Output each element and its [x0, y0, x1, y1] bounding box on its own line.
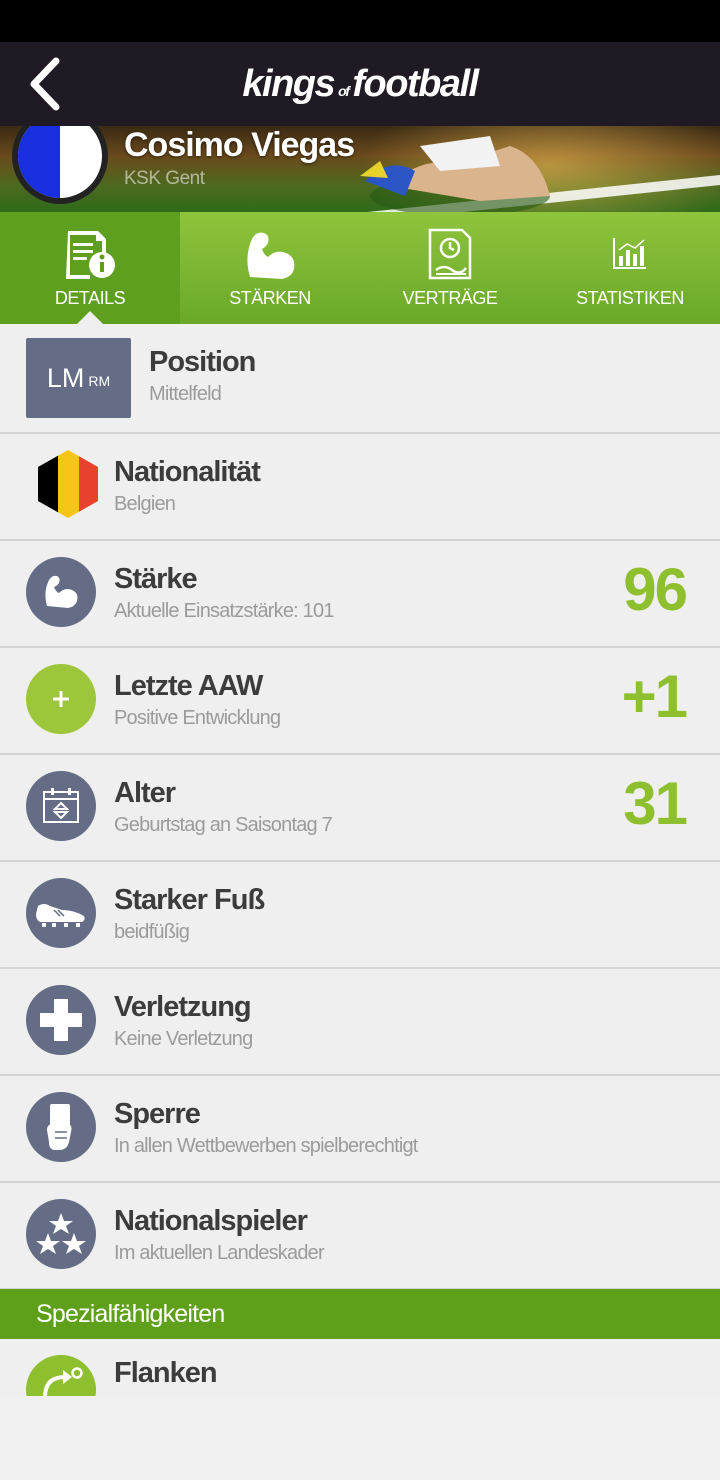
row-text: Sperre In allen Wettbewerben spielberech…: [114, 1098, 418, 1158]
player-photo: [360, 136, 550, 212]
player-name: Cosimo Viegas: [124, 126, 355, 164]
row-skill-flanken[interactable]: Flanken: [0, 1339, 720, 1396]
row-title: Verletzung: [114, 991, 252, 1023]
logo-football: football: [352, 62, 479, 105]
row-title: Stärke: [114, 563, 198, 595]
bicep-icon: [26, 557, 96, 627]
tab-label: VERTRÄGE: [402, 288, 498, 308]
contract-clock-icon: [420, 226, 480, 282]
row-title: Alter: [114, 777, 176, 809]
row-age[interactable]: Alter Geburtstag an Saisontag 7 31: [0, 755, 720, 862]
row-subtitle: Belgien: [114, 493, 176, 515]
app-logo: kings of football: [242, 62, 479, 106]
bicep-icon: [240, 226, 300, 282]
row-text: Alter Geburtstag an Saisontag 7: [114, 777, 333, 837]
tab-statistiken[interactable]: STATISTIKEN: [540, 212, 720, 324]
row-text: Nationalität Belgien: [114, 456, 261, 516]
row-subtitle: Mittelfeld: [149, 383, 222, 405]
active-tab-indicator: [76, 311, 104, 325]
age-value: 31: [623, 770, 688, 837]
row-title: Nationalität: [114, 456, 261, 488]
stars-icon: [26, 1199, 96, 1269]
belgium-flag-icon: [36, 448, 100, 525]
row-title: Sperre: [114, 1098, 201, 1130]
medical-cross-icon: [26, 985, 96, 1055]
row-subtitle: Im aktuellen Landeskader: [114, 1242, 325, 1264]
details-list: LM RM Position Mittelfeld Nationalität B…: [0, 324, 720, 1290]
chevron-left-icon: [30, 57, 60, 111]
logo-of: of: [338, 82, 350, 99]
status-bar: [0, 0, 720, 42]
position-main: LM: [46, 362, 85, 393]
tab-details[interactable]: DETAILS: [0, 212, 180, 325]
row-text: Letzte AAW Positive Entwicklung: [114, 670, 281, 730]
player-header: Cosimo Viegas KSK Gent: [0, 126, 720, 212]
row-suspension[interactable]: Sperre In allen Wettbewerben spielberech…: [0, 1076, 720, 1183]
row-subtitle: Positive Entwicklung: [114, 707, 281, 729]
row-last-aaw[interactable]: Letzte AAW Positive Entwicklung +1: [0, 648, 720, 755]
row-strength[interactable]: Stärke Aktuelle Einsatzstärke: 101 96: [0, 541, 720, 648]
row-text: Stärke Aktuelle Einsatzstärke: 101: [114, 563, 334, 623]
row-subtitle: beidfüßig: [114, 921, 190, 943]
position-badge: LM RM: [26, 338, 131, 418]
strength-value: 96: [623, 556, 688, 623]
row-text: Verletzung Keine Verletzung: [114, 991, 253, 1051]
club-name: KSK Gent: [124, 168, 205, 189]
tab-label: STATISTIKEN: [576, 288, 684, 308]
bar-chart-icon: [600, 226, 660, 282]
back-button[interactable]: [18, 56, 70, 112]
tab-label: STÄRKEN: [229, 288, 311, 308]
row-strong-foot[interactable]: Starker Fuß beidfüßig: [0, 862, 720, 969]
row-nationality[interactable]: Nationalität Belgien: [0, 434, 720, 541]
section-header-special-skills: Spezialfähigkeiten: [0, 1289, 720, 1339]
row-text: Starker Fuß beidfüßig: [114, 884, 265, 944]
document-info-icon: [60, 226, 120, 282]
row-subtitle: Geburtstag an Saisontag 7: [114, 814, 333, 836]
tab-vertraege[interactable]: VERTRÄGE: [360, 212, 540, 324]
cross-arrow-icon: [26, 1355, 96, 1396]
logo-kings: kings: [242, 62, 335, 105]
row-injury[interactable]: Verletzung Keine Verletzung: [0, 969, 720, 1076]
calendar-icon: [26, 771, 96, 841]
row-title: Flanken: [114, 1357, 218, 1389]
tab-bar: DETAILS STÄRKEN VERTRÄGE STATISTIKEN: [0, 212, 720, 325]
app-bar: kings of football: [0, 42, 720, 126]
row-text: Nationalspieler Im aktuellen Landeskader: [114, 1205, 325, 1265]
row-title: Letzte AAW: [114, 670, 263, 702]
club-badge: [12, 126, 108, 204]
row-title: Nationalspieler: [114, 1205, 308, 1237]
row-subtitle: In allen Wettbewerben spielberechtigt: [114, 1135, 418, 1157]
row-subtitle: Aktuelle Einsatzstärke: 101: [114, 600, 334, 622]
aaw-value: +1: [621, 663, 688, 730]
referee-card-icon: [26, 1092, 96, 1162]
tab-label: DETAILS: [54, 288, 126, 308]
plus-icon: [26, 664, 96, 734]
row-subtitle: Keine Verletzung: [114, 1028, 253, 1050]
row-title: Position: [149, 346, 256, 378]
row-title: Starker Fuß: [114, 884, 265, 916]
row-text: Position Mittelfeld: [149, 346, 256, 406]
row-position[interactable]: LM RM Position Mittelfeld: [0, 324, 720, 434]
row-national-player[interactable]: Nationalspieler Im aktuellen Landeskader: [0, 1183, 720, 1290]
tab-staerken[interactable]: STÄRKEN: [180, 212, 360, 324]
empty-area: [0, 1396, 720, 1480]
football-boot-icon: [26, 878, 96, 948]
position-alt: RM: [88, 373, 111, 389]
